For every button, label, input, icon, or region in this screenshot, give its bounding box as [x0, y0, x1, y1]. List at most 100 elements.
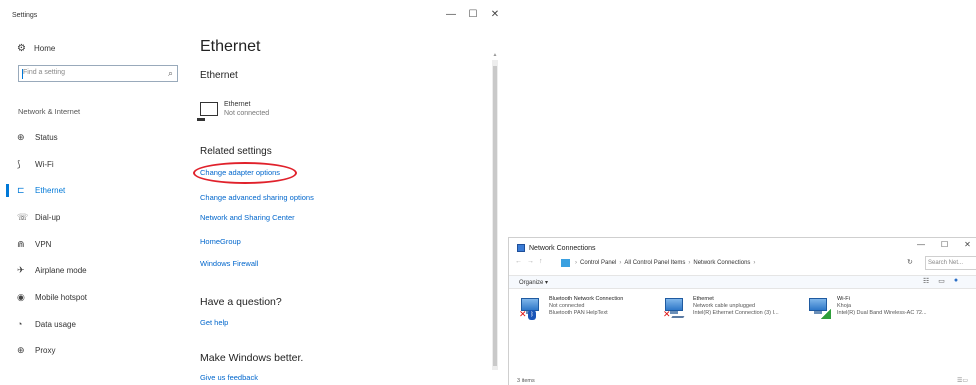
- disconnected-icon: ✕: [519, 309, 527, 319]
- search-placeholder: Find a setting: [23, 69, 66, 76]
- nc-maximize-button[interactable]: ☐: [941, 240, 948, 249]
- sidebar-item-airplane-mode[interactable]: ✈ Airplane mode: [0, 257, 190, 284]
- list-item[interactable]: Wi-Fi Khoja Intel(R) Dual Band Wireless-…: [807, 296, 951, 320]
- related-settings-heading: Related settings: [200, 146, 272, 157]
- list-item[interactable]: ✕ Ethernet Network cable unplugged Intel…: [663, 296, 807, 320]
- get-help-link[interactable]: Get help: [200, 318, 228, 327]
- network-sharing-center-link[interactable]: Network and Sharing Center: [200, 213, 295, 222]
- settings-window: Settings — ☐ ✕ ⚙ Home Find a setting ⌕ N…: [0, 0, 500, 385]
- sidebar-item-status[interactable]: ⊕ Status: [0, 124, 190, 151]
- settings-titlebar: Settings — ☐ ✕: [0, 0, 500, 32]
- nc-search-input[interactable]: Search Net...: [925, 256, 976, 270]
- window-title: Settings: [12, 12, 38, 19]
- sidebar-item-proxy[interactable]: ⊕ Proxy: [0, 338, 190, 365]
- vpn-icon: ⋒: [17, 238, 25, 249]
- connection-status: Not connected: [549, 303, 585, 309]
- data-usage-icon: ◔: [17, 319, 23, 330]
- connection-device: Intel(R) Ethernet Connection (3) I...: [693, 310, 779, 316]
- home-label: Home: [33, 44, 56, 53]
- search-input[interactable]: Find a setting ⌕: [18, 65, 178, 82]
- window-controls: — ☐ ✕: [445, 8, 501, 22]
- section-label: Network & Internet: [18, 107, 81, 116]
- disconnected-icon: ✕: [663, 309, 671, 319]
- sidebar-item-label: Airplane mode: [35, 266, 87, 276]
- sidebar-item-label: Proxy: [35, 346, 56, 356]
- nc-close-button[interactable]: ✕: [964, 240, 971, 249]
- sidebar-item-vpn[interactable]: ⋒ VPN: [0, 231, 190, 258]
- address-bar[interactable]: ←→↑ › Control Panel › All Control Panel …: [509, 256, 976, 271]
- sidebar-item-label: Ethernet: [35, 186, 66, 196]
- wifi-icon: ⟆: [17, 158, 21, 169]
- hotspot-icon: ◉: [17, 291, 25, 302]
- status-icon: ⊕: [17, 131, 25, 142]
- details-view-icon[interactable]: ☰▭: [957, 377, 968, 384]
- sidebar-item-ethernet[interactable]: ⊏ Ethernet: [0, 177, 190, 204]
- advanced-sharing-link[interactable]: Change advanced sharing options: [200, 193, 314, 202]
- sidebar-item-mobile-hotspot[interactable]: ◉ Mobile hotspot: [0, 284, 190, 311]
- connections-list: ✕ ᛒ Bluetooth Network Connection Not con…: [519, 296, 976, 320]
- view-options: ☷ ▭ ●: [923, 277, 958, 285]
- help-icon[interactable]: ●: [954, 277, 958, 285]
- signal-bars-icon: [821, 309, 831, 319]
- connection-name: Ethernet: [693, 296, 714, 302]
- nc-titlebar: Network Connections: [517, 244, 596, 252]
- sidebar-item-label: Data usage: [35, 319, 76, 329]
- ethernet-adapter-tile[interactable]: Ethernet Not connected: [197, 100, 270, 121]
- bluetooth-adapter-icon: ✕ ᛒ: [519, 296, 543, 320]
- nc-minimize-button[interactable]: —: [917, 240, 925, 249]
- dialup-icon: ☏: [17, 211, 29, 222]
- connection-status: Khoja: [837, 303, 852, 309]
- scrollbar-thumb[interactable]: [493, 66, 497, 366]
- feedback-link[interactable]: Give us feedback: [200, 373, 258, 382]
- sidebar-item-label: Status: [35, 132, 58, 142]
- ethernet-monitor-icon: [197, 102, 218, 121]
- scroll-up-arrow[interactable]: ▲: [492, 52, 498, 58]
- ethernet-icon: ⊏: [17, 185, 25, 196]
- refresh-icon[interactable]: ↻: [907, 258, 913, 266]
- bluetooth-icon: ᛒ: [528, 310, 536, 320]
- search-icon[interactable]: ⌕: [168, 68, 173, 79]
- network-connections-window: Network Connections — ☐ ✕ ←→↑ › Control …: [508, 237, 976, 385]
- gear-icon: ⚙: [17, 43, 26, 54]
- connection-name: Wi-Fi: [837, 296, 850, 302]
- item-count: 3 items: [517, 378, 535, 384]
- breadcrumb[interactable]: › Control Panel › All Control Panel Item…: [561, 256, 755, 270]
- globe-icon: ⊕: [17, 345, 25, 356]
- sidebar-item-label: Wi-Fi: [35, 159, 54, 169]
- connection-device: Intel(R) Dual Band Wireless-AC 72...: [837, 310, 927, 316]
- nc-window-controls: — ☐ ✕: [917, 240, 971, 249]
- close-button[interactable]: ✕: [489, 8, 501, 22]
- windows-firewall-link[interactable]: Windows Firewall: [200, 259, 258, 268]
- sidebar-item-data-usage[interactable]: ◔ Data usage: [0, 311, 190, 338]
- change-adapter-options-link[interactable]: Change adapter options: [200, 168, 280, 177]
- network-folder-icon: [517, 244, 525, 252]
- preview-pane-icon[interactable]: ▭: [938, 277, 945, 285]
- control-panel-icon: [561, 259, 570, 267]
- adapter-status: Not connected: [224, 110, 270, 117]
- breadcrumb-control-panel[interactable]: Control Panel: [580, 260, 616, 266]
- home-link[interactable]: ⚙ Home: [17, 43, 55, 54]
- sidebar-nav: ⊕ Status ⟆ Wi-Fi ⊏ Ethernet ☏ Dial-up ⋒ …: [0, 124, 190, 364]
- maximize-button[interactable]: ☐: [467, 8, 479, 22]
- sidebar-item-dialup[interactable]: ☏ Dial-up: [0, 204, 190, 231]
- sidebar-item-label: VPN: [35, 239, 52, 249]
- adapter-name: Ethernet: [224, 101, 251, 108]
- command-bar: Organize ▾ ☷ ▭ ●: [509, 275, 976, 289]
- wifi-adapter-icon: [807, 296, 831, 320]
- list-item[interactable]: ✕ ᛒ Bluetooth Network Connection Not con…: [519, 296, 663, 320]
- sidebar-item-wifi[interactable]: ⟆ Wi-Fi: [0, 151, 190, 178]
- minimize-button[interactable]: —: [445, 8, 457, 22]
- question-heading: Have a question?: [200, 296, 282, 308]
- ethernet-adapter-icon: ✕: [663, 296, 687, 320]
- breadcrumb-network-connections[interactable]: Network Connections: [693, 260, 750, 266]
- organize-menu[interactable]: Organize ▾: [519, 279, 548, 286]
- connection-status: Network cable unplugged: [693, 303, 756, 309]
- cable-icon: [671, 312, 687, 318]
- homegroup-link[interactable]: HomeGroup: [200, 237, 241, 246]
- subheading: Ethernet: [200, 70, 238, 81]
- connection-device: Bluetooth PAN HelpText: [549, 310, 608, 316]
- feedback-heading: Make Windows better.: [200, 352, 304, 364]
- breadcrumb-all-items[interactable]: All Control Panel Items: [624, 260, 685, 266]
- nav-arrows[interactable]: ←→↑: [515, 258, 548, 265]
- change-view-icon[interactable]: ☷: [923, 277, 929, 285]
